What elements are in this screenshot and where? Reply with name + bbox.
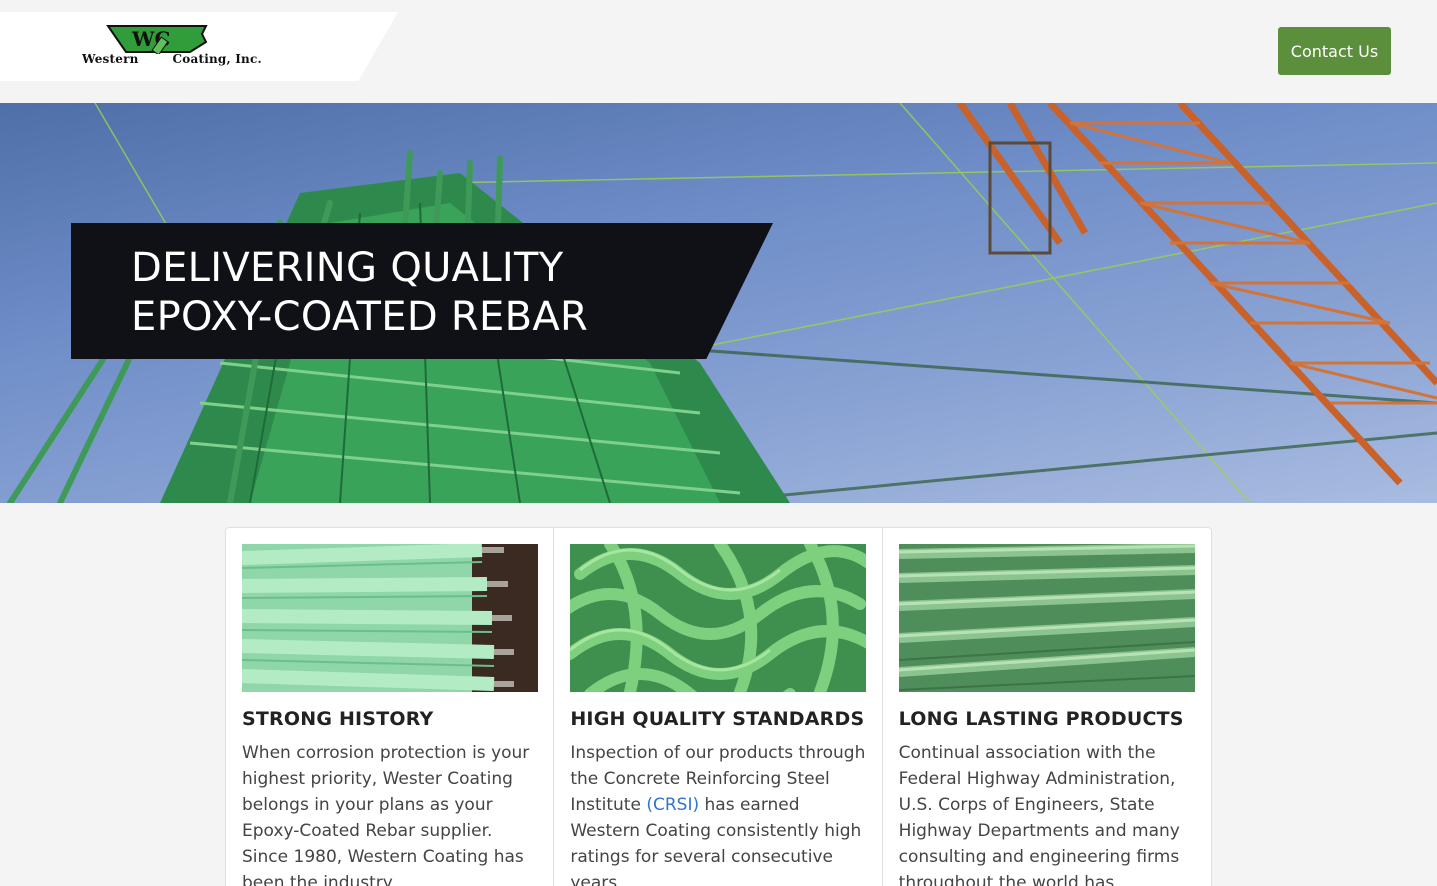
- hero-section: DELIVERING QUALITY EPOXY-COATED REBAR: [0, 103, 1437, 503]
- crsi-link[interactable]: (CRSI): [646, 795, 699, 815]
- card-title: HIGH QUALITY STANDARDS: [570, 708, 865, 730]
- logo-left-word: Western: [82, 52, 139, 66]
- hero-title: DELIVERING QUALITY EPOXY-COATED REBAR: [131, 244, 588, 342]
- contact-us-button[interactable]: Contact Us: [1278, 27, 1391, 75]
- card-image-straight-rebar: [898, 544, 1195, 692]
- card-text: Inspection of our products through the C…: [570, 740, 870, 886]
- card-text: Continual association with the Federal H…: [898, 743, 1180, 886]
- card-strong-history: STRONG HISTORY When corrosion protection…: [226, 528, 555, 886]
- company-logo[interactable]: WC Western Coating, Inc.: [82, 24, 282, 76]
- card-title: STRONG HISTORY: [242, 708, 434, 730]
- hero-title-line-1: DELIVERING QUALITY: [131, 245, 564, 291]
- card-image-rebar-bundle: [242, 544, 538, 692]
- card-text: When corrosion protection is your highes…: [242, 743, 530, 886]
- feature-cards: STRONG HISTORY When corrosion protection…: [225, 527, 1212, 886]
- logo-wordmark: Western Coating, Inc.: [82, 52, 262, 66]
- wc-logo-icon: WC: [106, 25, 208, 54]
- card-long-lasting: LONG LASTING PRODUCTS Continual associat…: [883, 528, 1211, 886]
- card-title: LONG LASTING PRODUCTS: [898, 708, 1184, 730]
- card-image-bent-rebar: [570, 544, 867, 692]
- logo-right-word: Coating, Inc.: [172, 52, 262, 66]
- site-header: WC Western Coating, Inc. Contact Us: [0, 0, 1437, 103]
- card-quality-standards: HIGH QUALITY STANDARDS Inspection of our…: [554, 528, 883, 886]
- hero-title-line-2: EPOXY-COATED REBAR: [131, 294, 589, 340]
